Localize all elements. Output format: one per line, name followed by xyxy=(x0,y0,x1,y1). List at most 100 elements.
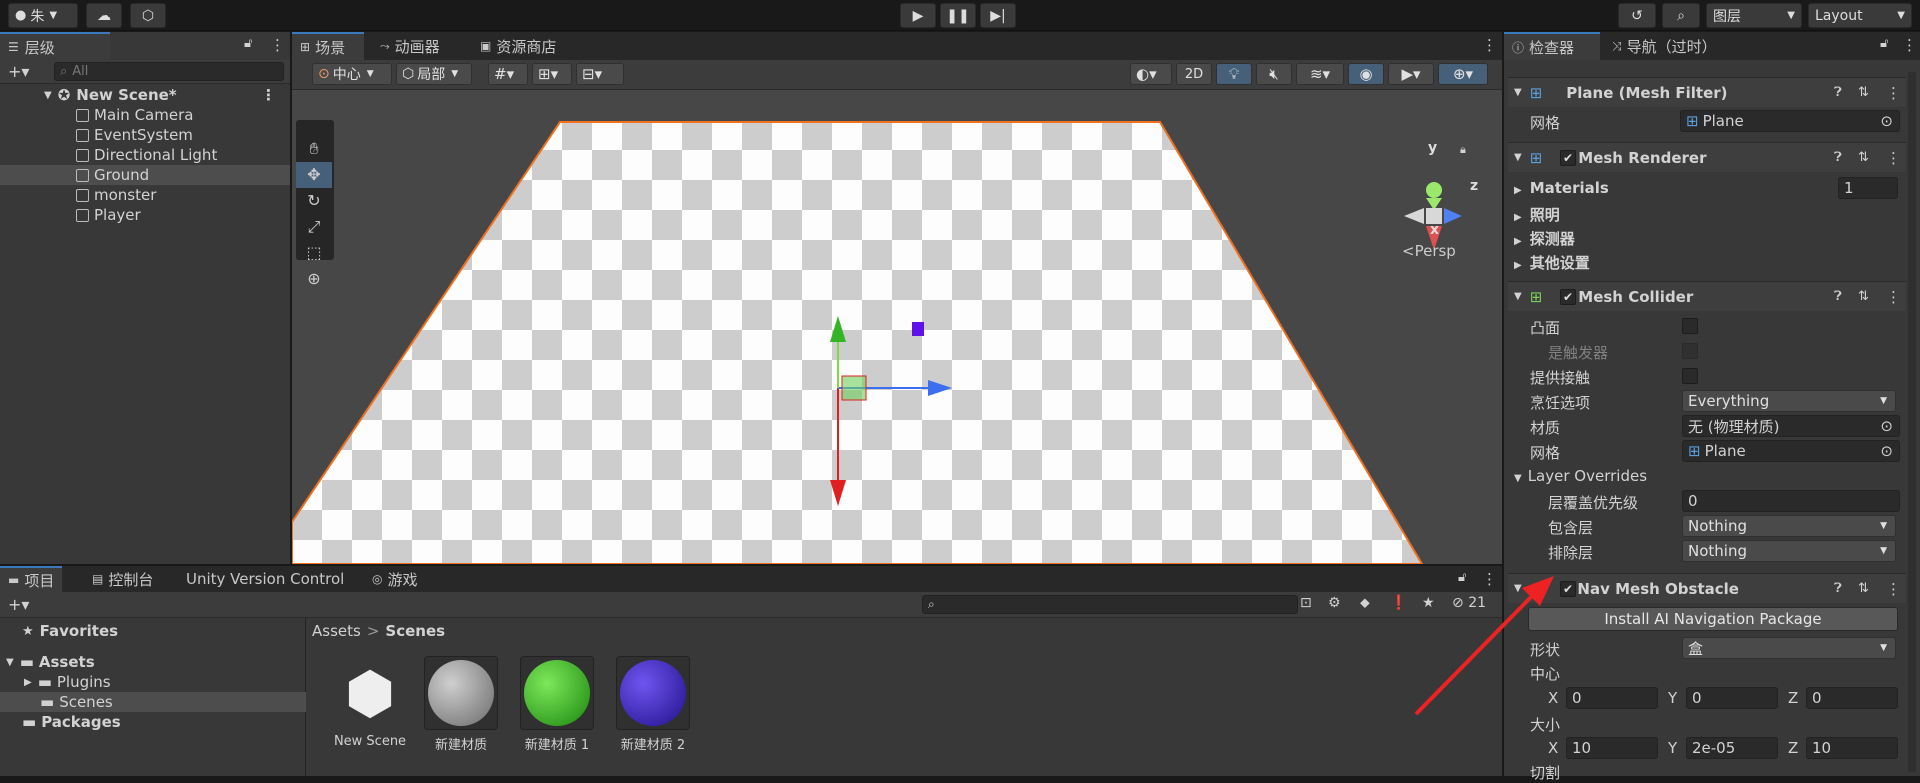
scene-root[interactable]: ▼ ✪ New Scene* ⋮ xyxy=(44,85,290,105)
more-icon[interactable]: ⋮ xyxy=(1886,149,1901,167)
mesh-collider-header[interactable]: ▼ ⊞ ✔ Mesh Collider ❓︎ ⇅ ⋮ xyxy=(1508,281,1906,311)
breadcrumb-scenes[interactable]: Scenes xyxy=(385,622,445,640)
tree-favorites[interactable]: ★ Favorites xyxy=(22,621,118,641)
probes-foldout[interactable]: ▶ 探测器 xyxy=(1514,228,1575,249)
enabled-checkbox[interactable]: ✔ xyxy=(1560,581,1576,597)
pause-button[interactable]: ❚❚ xyxy=(940,3,976,28)
shape-dropdown[interactable]: 盒 ▼ xyxy=(1682,637,1896,659)
tab-navigation[interactable]: ⤨ 导航（过时） xyxy=(1604,32,1725,60)
other-settings-foldout[interactable]: ▶ 其他设置 xyxy=(1514,252,1590,273)
add-button[interactable]: +▾ xyxy=(8,595,29,614)
cloud-button[interactable]: ☁ xyxy=(86,3,122,28)
rotate-tool-icon[interactable]: ↻ xyxy=(296,188,332,214)
tab-scene[interactable]: ⊞ 场景 xyxy=(292,32,364,60)
hierarchy-item-ground[interactable]: Ground xyxy=(76,165,149,185)
gizmos-button[interactable]: ⊕▾ xyxy=(1438,63,1488,85)
tab-hierarchy[interactable]: ☰ 层级 xyxy=(0,32,110,60)
scale-tool-icon[interactable]: ⤢ xyxy=(296,214,332,240)
priority-field[interactable]: 0 xyxy=(1682,490,1900,512)
layout-dropdown[interactable]: Layout ▼ xyxy=(1808,3,1912,28)
tab-game[interactable]: ◎ 游戏 xyxy=(364,566,426,592)
tab-inspector[interactable]: ⓘ 检查器 xyxy=(1504,32,1600,60)
tab-version-control[interactable]: Unity Version Control xyxy=(178,566,352,592)
asset-material[interactable]: 新建材质 xyxy=(420,656,502,756)
visibility-toggle[interactable]: ◉ xyxy=(1348,63,1384,85)
more-icon[interactable]: ⋮ xyxy=(1886,580,1901,598)
grid-snap-button[interactable]: #▾ xyxy=(488,63,528,85)
more-icon[interactable]: ⋮ xyxy=(270,36,285,54)
lock-icon[interactable]: 🔒︎ xyxy=(1460,143,1466,157)
collider-mesh-field[interactable]: ⊞ Plane ⊙ xyxy=(1682,440,1900,462)
tab-asset-store[interactable]: ▣ 资源商店 xyxy=(472,32,564,60)
enabled-checkbox[interactable]: ✔ xyxy=(1560,150,1576,166)
search-mode-icon[interactable]: ⊡ xyxy=(1300,595,1312,611)
object-picker-icon[interactable]: ⊙ xyxy=(1880,417,1893,435)
hand-tool-icon[interactable]: ✋︎ xyxy=(296,136,332,162)
hierarchy-search-input[interactable]: ⌕ All xyxy=(54,62,284,81)
hierarchy-item-main-camera[interactable]: Main Camera xyxy=(76,105,193,125)
help-icon[interactable]: ❓︎ xyxy=(1834,150,1842,165)
hierarchy-item-directional-light[interactable]: Directional Light xyxy=(76,145,217,165)
is-trigger-checkbox[interactable] xyxy=(1682,343,1698,359)
tree-plugins[interactable]: ▶ ▬ Plugins xyxy=(24,672,111,692)
more-icon[interactable]: ⋮ xyxy=(1482,36,1497,54)
hierarchy-item-player[interactable]: Player xyxy=(76,205,141,225)
more-icon[interactable]: ⋮ xyxy=(1886,84,1901,102)
mesh-field[interactable]: ⊞ Plane ⊙ xyxy=(1680,110,1900,132)
asset-material-2[interactable]: 新建材质 2 xyxy=(612,656,694,756)
provides-contacts-checkbox[interactable] xyxy=(1682,368,1698,384)
size-y-field[interactable]: 2e-05 xyxy=(1686,737,1778,759)
play-button[interactable]: ▶ xyxy=(900,3,936,28)
size-z-field[interactable]: 10 xyxy=(1806,737,1898,759)
scrollbar[interactable] xyxy=(1908,72,1916,772)
tree-assets[interactable]: ▼ ▬ Assets xyxy=(6,652,95,672)
snap-increment-button[interactable]: ⊞▾ xyxy=(532,63,572,85)
filter-type-icon[interactable]: ⚙︎ xyxy=(1328,595,1341,611)
tab-console[interactable]: ▤ 控制台 xyxy=(84,566,161,592)
projection-toggle[interactable]: <Persp xyxy=(1402,242,1456,260)
more-icon[interactable]: ⋮ xyxy=(1886,288,1901,306)
history-button[interactable]: ↺ xyxy=(1618,3,1656,28)
add-button[interactable]: +▾ xyxy=(8,62,29,81)
preset-icon[interactable]: ⇅ xyxy=(1858,581,1869,596)
layer-overrides-foldout[interactable]: ▼ Layer Overrides xyxy=(1514,467,1647,485)
object-picker-icon[interactable]: ⊙ xyxy=(1880,442,1893,460)
preset-icon[interactable]: ⇅ xyxy=(1858,289,1869,304)
shading-mode-button[interactable]: ◐▾ xyxy=(1130,63,1172,85)
help-icon[interactable]: ❓︎ xyxy=(1834,581,1842,596)
search-button[interactable]: ⌕ xyxy=(1662,3,1700,28)
install-ai-navigation-button[interactable]: Install AI Navigation Package xyxy=(1528,607,1898,631)
lighting-foldout[interactable]: ▶ 照明 xyxy=(1514,204,1560,225)
size-x-field[interactable]: 10 xyxy=(1566,737,1658,759)
layers-dropdown[interactable]: 图层 ▼ xyxy=(1706,3,1802,28)
lock-icon[interactable]: 🔓︎ xyxy=(244,36,252,51)
filter-label-icon[interactable]: ⬥ xyxy=(1360,595,1370,611)
hierarchy-item-eventsystem[interactable]: EventSystem xyxy=(76,125,193,145)
center-y-field[interactable]: 0 xyxy=(1686,687,1778,709)
account-dropdown[interactable]: ● 朱 ▼ xyxy=(8,3,78,28)
cooking-options-dropdown[interactable]: Everything ▼ xyxy=(1682,390,1896,412)
help-icon[interactable]: ❓︎ xyxy=(1834,85,1842,100)
asset-material-1[interactable]: 新建材质 1 xyxy=(516,656,598,756)
object-picker-icon[interactable]: ⊙ xyxy=(1880,112,1893,130)
materials-foldout[interactable]: ▶ Materials xyxy=(1514,179,1609,197)
nav-mesh-obstacle-header[interactable]: ▼ ⊓ ✔ Nav Mesh Obstacle ❓︎ ⇅ ⋮ xyxy=(1508,573,1906,603)
more-icon[interactable]: ⋮ xyxy=(261,86,276,104)
collab-button[interactable]: ⬡ xyxy=(130,3,166,28)
mode-2d-button[interactable]: 2D xyxy=(1176,63,1212,85)
more-icon[interactable]: ⋮ xyxy=(1902,36,1917,54)
materials-count-field[interactable]: 1 xyxy=(1838,177,1898,199)
camera-button[interactable]: ▶▾ xyxy=(1388,63,1434,85)
preset-icon[interactable]: ⇅ xyxy=(1858,85,1869,100)
mesh-filter-header[interactable]: ▼ ⊞ Plane (Mesh Filter) ❓︎ ⇅ ⋮ xyxy=(1508,77,1906,107)
move-tool-icon[interactable]: ✥ xyxy=(296,162,332,188)
tree-scenes[interactable]: ▬ Scenes xyxy=(40,692,113,712)
include-layers-dropdown[interactable]: Nothing ▼ xyxy=(1682,515,1896,537)
effects-toggle[interactable]: ≋▾ xyxy=(1296,63,1344,85)
space-dropdown[interactable]: ⬡ 局部 ▼ xyxy=(396,63,472,85)
tree-packages[interactable]: ▬ Packages xyxy=(22,712,121,732)
lighting-toggle[interactable]: 💡︎ xyxy=(1216,63,1252,85)
ruler-button[interactable]: ⊟▾ xyxy=(576,63,624,85)
scene-viewport[interactable] xyxy=(292,90,1502,564)
rect-tool-icon[interactable]: ⬚ xyxy=(296,240,332,266)
